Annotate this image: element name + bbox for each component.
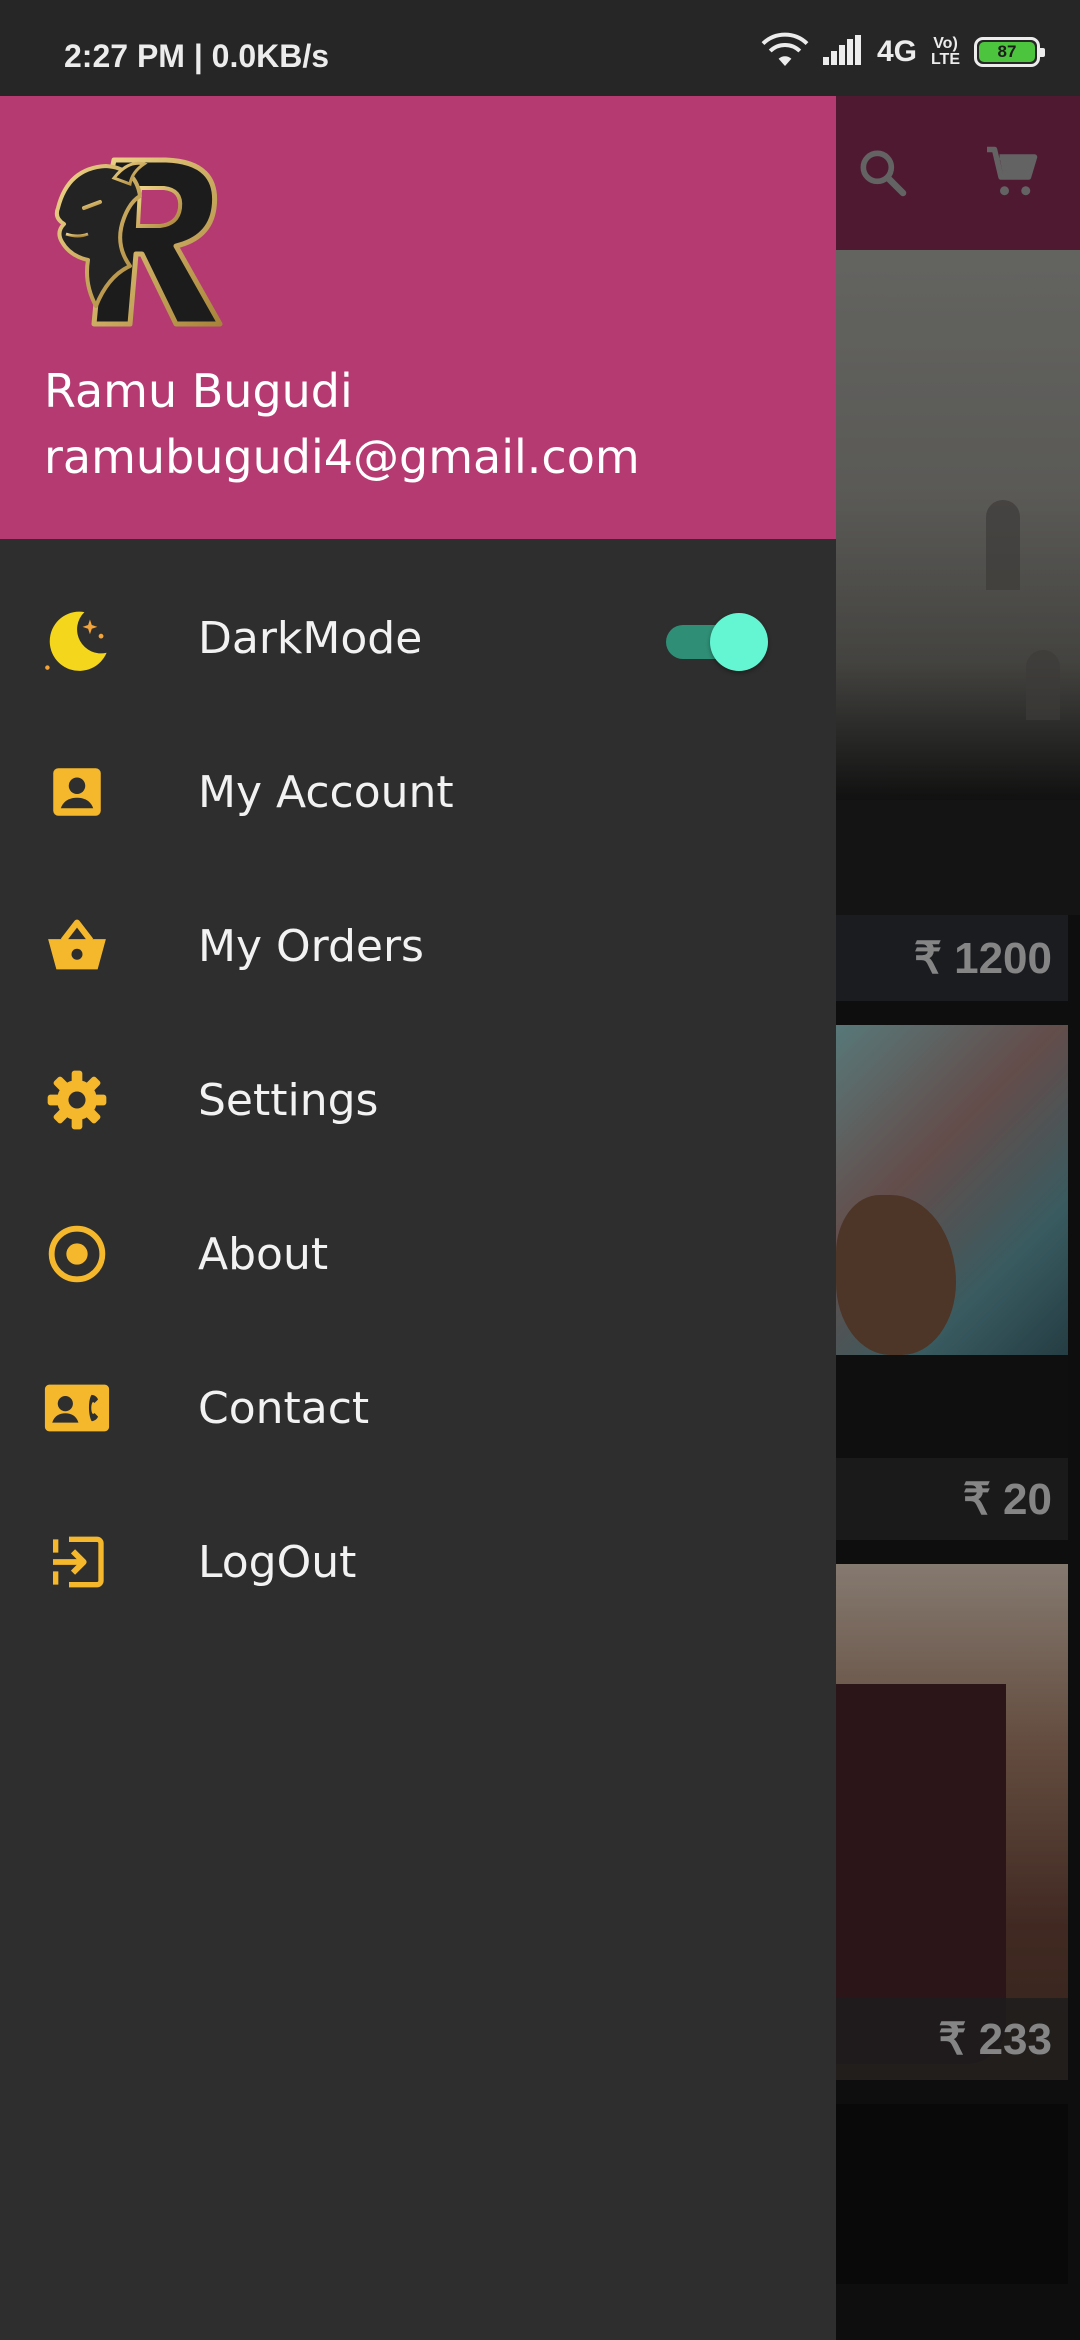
navigation-drawer: Ramu Bugudi ramubugudi4@gmail.com DarkMo…: [0, 96, 836, 2340]
volte-indicator: Vo) LTE: [930, 35, 960, 68]
wifi-icon: [761, 30, 809, 74]
contact-card-icon: [40, 1371, 114, 1445]
moon-icon: [40, 601, 114, 675]
menu-label: DarkMode: [198, 612, 423, 664]
menu-item-logout[interactable]: LogOut: [0, 1487, 836, 1637]
lion-logo: [44, 138, 234, 338]
battery-level: 87: [979, 42, 1035, 62]
status-time: 2:27 PM | 0.0KB/s: [64, 38, 330, 74]
circle-dot-icon: [40, 1217, 114, 1291]
logout-icon: [40, 1525, 114, 1599]
user-name: Ramu Bugudi: [44, 364, 353, 418]
signal-icon: [822, 35, 863, 69]
menu-label: About: [198, 1228, 329, 1280]
battery-icon: 87: [974, 37, 1045, 67]
menu-label: LogOut: [198, 1536, 357, 1588]
menu-item-contact[interactable]: Contact: [0, 1333, 836, 1483]
menu-item-my-account[interactable]: My Account: [0, 717, 836, 867]
basket-icon: [40, 909, 114, 983]
darkmode-toggle[interactable]: [664, 613, 768, 671]
menu-item-settings[interactable]: Settings: [0, 1025, 836, 1175]
menu-label: My Account: [198, 766, 454, 818]
drawer-header: Ramu Bugudi ramubugudi4@gmail.com: [0, 96, 836, 539]
user-email: ramubugudi4@gmail.com: [44, 430, 640, 484]
menu-label: My Orders: [198, 920, 424, 972]
menu-item-my-orders[interactable]: My Orders: [0, 871, 836, 1021]
menu-label: Settings: [198, 1074, 379, 1126]
menu-item-about[interactable]: About: [0, 1179, 836, 1329]
account-box-icon: [40, 755, 114, 829]
gear-icon: [40, 1063, 114, 1137]
menu-label: Contact: [198, 1382, 370, 1434]
status-bar: 2:27 PM | 0.0KB/s 4G Vo) LTE 87: [0, 0, 1080, 96]
network-type: 4G: [876, 35, 917, 68]
menu-item-darkmode[interactable]: DarkMode: [0, 563, 836, 713]
drawer-scrim[interactable]: [836, 0, 1080, 2340]
